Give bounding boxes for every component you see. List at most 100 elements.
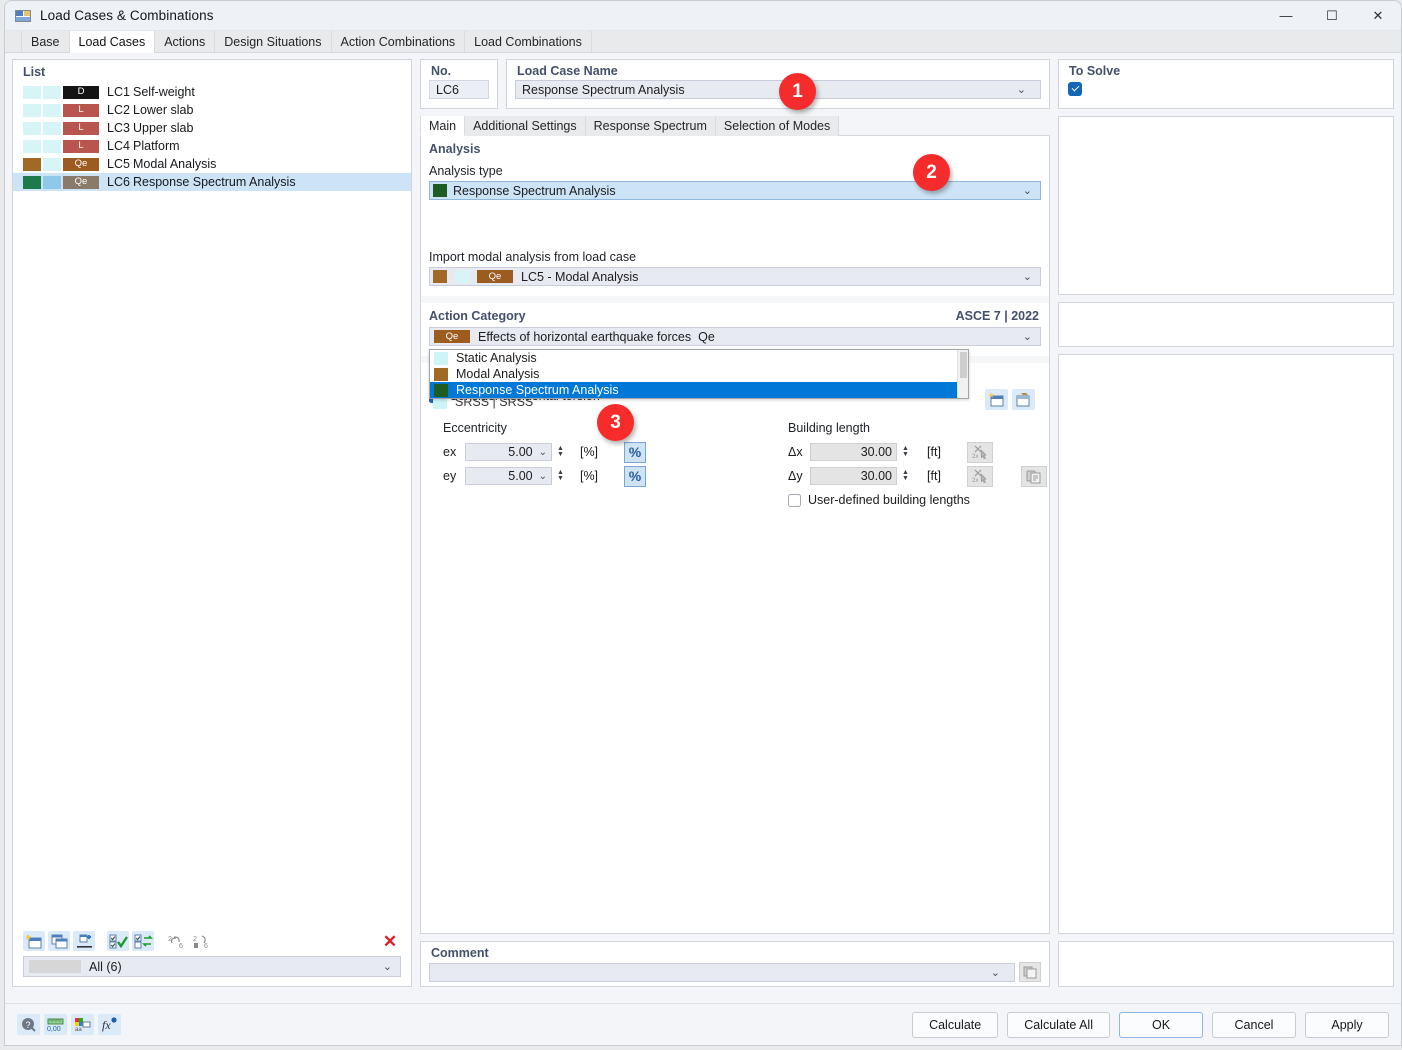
- user-defined-building-lengths-checkbox[interactable]: [788, 494, 801, 507]
- tab-response-spectrum[interactable]: Response Spectrum: [586, 116, 716, 136]
- user-defined-building-lengths-row[interactable]: User-defined building lengths: [788, 491, 1049, 507]
- action-category-suffix: Qe: [698, 330, 715, 344]
- invert-selection-button[interactable]: [132, 931, 154, 951]
- duplicate-load-case-button[interactable]: [48, 931, 70, 951]
- ex-unit: [%]: [572, 445, 606, 459]
- chevron-down-icon: ⌄: [1023, 270, 1032, 283]
- dropdown-scrollbar[interactable]: [957, 350, 968, 398]
- svg-text:2: 2: [193, 936, 197, 943]
- list-filter-combo[interactable]: All (6) ⌄: [23, 956, 401, 977]
- new-load-case-button[interactable]: [23, 931, 45, 951]
- new-load-case-icon[interactable]: [985, 389, 1008, 410]
- minimize-icon[interactable]: —: [1263, 1, 1309, 31]
- ey-stepper[interactable]: ▲▼: [555, 470, 566, 482]
- display-properties-icon[interactable]: aa: [71, 1014, 94, 1035]
- ok-button[interactable]: OK: [1119, 1012, 1203, 1038]
- tab-load-cases[interactable]: Load Cases: [70, 31, 156, 53]
- list-item[interactable]: L LC3 Upper slab: [13, 119, 411, 137]
- ex-percent-button[interactable]: %: [624, 442, 646, 463]
- load-case-name: Platform: [133, 139, 180, 153]
- load-case-list[interactable]: D LC1 Self-weight L LC2 Lower slab L LC3: [13, 82, 411, 928]
- color-swatch-1: [23, 176, 41, 189]
- pick-building-length-y-icon[interactable]: 2x: [967, 466, 993, 487]
- load-case-id: LC1: [107, 85, 133, 99]
- load-case-id: LC3: [107, 121, 133, 135]
- to-solve-checkbox[interactable]: [1068, 82, 1082, 96]
- ey-input[interactable]: 5.00 ⌄: [465, 467, 552, 485]
- header-fields-row: No. LC6 Load Case Name Response Spectrum…: [420, 59, 1394, 109]
- options-grid: Eccentricity ex 5.00 ⌄ ▲▼ [%] %: [421, 421, 1049, 507]
- user-defined-building-lengths-label: User-defined building lengths: [808, 493, 970, 507]
- ey-percent-button[interactable]: %: [624, 466, 646, 487]
- chevron-down-icon[interactable]: ⌄: [539, 447, 547, 458]
- copy-building-length-icon[interactable]: [1021, 466, 1047, 487]
- delta-y-stepper[interactable]: ▲▼: [900, 470, 911, 482]
- pick-building-length-x-icon[interactable]: 2x: [967, 442, 993, 463]
- category-badge: L: [63, 122, 99, 135]
- color-swatch-2: [43, 122, 61, 135]
- close-icon[interactable]: ✕: [1355, 1, 1401, 31]
- annotation-badge-2: 2: [913, 154, 950, 191]
- name-label: Load Case Name: [507, 60, 1049, 80]
- sort-button[interactable]: 26: [191, 931, 213, 951]
- dropdown-option-modal-analysis[interactable]: Modal Analysis: [430, 366, 968, 382]
- list-item-selected[interactable]: Qe LC6 Response Spectrum Analysis: [13, 173, 411, 191]
- chevron-down-icon[interactable]: ⌄: [539, 471, 547, 482]
- tab-actions[interactable]: Actions: [155, 31, 215, 53]
- analysis-type-dropdown[interactable]: Static Analysis Modal Analysis Response …: [429, 349, 969, 399]
- maximize-icon[interactable]: ☐: [1309, 1, 1355, 31]
- preview-card-top: [1058, 116, 1394, 295]
- tab-additional-settings[interactable]: Additional Settings: [465, 116, 586, 136]
- load-case-name: Upper slab: [133, 121, 193, 135]
- load-case-no-field[interactable]: LC6: [429, 80, 489, 99]
- load-case-name-input[interactable]: Response Spectrum Analysis ⌄: [515, 80, 1041, 99]
- delta-x-stepper[interactable]: ▲▼: [900, 446, 911, 458]
- tab-load-combinations[interactable]: Load Combinations: [465, 31, 592, 53]
- calculate-all-button[interactable]: Calculate All: [1007, 1012, 1110, 1038]
- tab-design-situations[interactable]: Design Situations: [215, 31, 331, 53]
- import-modal-combo[interactable]: Qe LC5 - Modal Analysis ⌄: [429, 267, 1041, 286]
- edit-load-case-icon[interactable]: [1012, 389, 1035, 410]
- category-badge: L: [63, 104, 99, 117]
- main-tab-content: Main Additional Settings Response Spectr…: [420, 116, 1050, 934]
- color-swatch: [434, 368, 448, 381]
- tab-selection-of-modes[interactable]: Selection of Modes: [716, 116, 839, 136]
- import-category-badge: Qe: [477, 270, 513, 283]
- ex-input[interactable]: 5.00 ⌄: [465, 443, 552, 461]
- cancel-button[interactable]: Cancel: [1212, 1012, 1296, 1038]
- ex-stepper[interactable]: ▲▼: [555, 446, 566, 458]
- list-item[interactable]: L LC2 Lower slab: [13, 101, 411, 119]
- copy-comment-icon[interactable]: [1019, 962, 1041, 982]
- units-icon[interactable]: 0,00: [44, 1014, 67, 1035]
- ex-label: ex: [443, 445, 465, 459]
- formula-icon[interactable]: fx: [98, 1014, 121, 1035]
- delta-y-input[interactable]: 30.00: [810, 467, 897, 485]
- apply-button[interactable]: Apply: [1305, 1012, 1389, 1038]
- dropdown-scroll-thumb[interactable]: [960, 352, 967, 378]
- list-item[interactable]: Qe LC5 Modal Analysis: [13, 155, 411, 173]
- close-icon: ✕: [383, 933, 397, 950]
- insert-load-case-button[interactable]: [73, 931, 95, 951]
- comment-input[interactable]: ⌄: [429, 963, 1015, 982]
- action-category-combo[interactable]: Qe Effects of horizontal earthquake forc…: [429, 327, 1041, 346]
- list-item[interactable]: L LC4 Platform: [13, 137, 411, 155]
- tab-base[interactable]: Base: [21, 31, 70, 53]
- sub-tab-strip: Main Additional Settings Response Spectr…: [420, 116, 1050, 136]
- color-swatch-2: [43, 158, 61, 171]
- tab-main[interactable]: Main: [420, 116, 465, 136]
- calculate-button[interactable]: Calculate: [912, 1012, 998, 1038]
- color-swatch-2: [43, 104, 61, 117]
- dropdown-option-response-spectrum-analysis[interactable]: Response Spectrum Analysis: [430, 382, 968, 398]
- select-all-button[interactable]: [107, 931, 129, 951]
- list-item[interactable]: D LC1 Self-weight: [13, 83, 411, 101]
- list-header: List: [13, 60, 411, 82]
- app-icon: [15, 8, 32, 24]
- dropdown-option-static-analysis[interactable]: Static Analysis: [430, 350, 968, 366]
- analysis-type-combo[interactable]: Response Spectrum Analysis ⌄: [429, 181, 1041, 200]
- renumber-button[interactable]: 26: [166, 931, 188, 951]
- tab-action-combinations[interactable]: Action Combinations: [332, 31, 466, 53]
- help-icon[interactable]: ?: [17, 1014, 40, 1035]
- delta-x-input[interactable]: 30.00: [810, 443, 897, 461]
- chevron-down-icon: ⌄: [991, 966, 1000, 979]
- delete-load-case-button[interactable]: ✕: [379, 931, 401, 951]
